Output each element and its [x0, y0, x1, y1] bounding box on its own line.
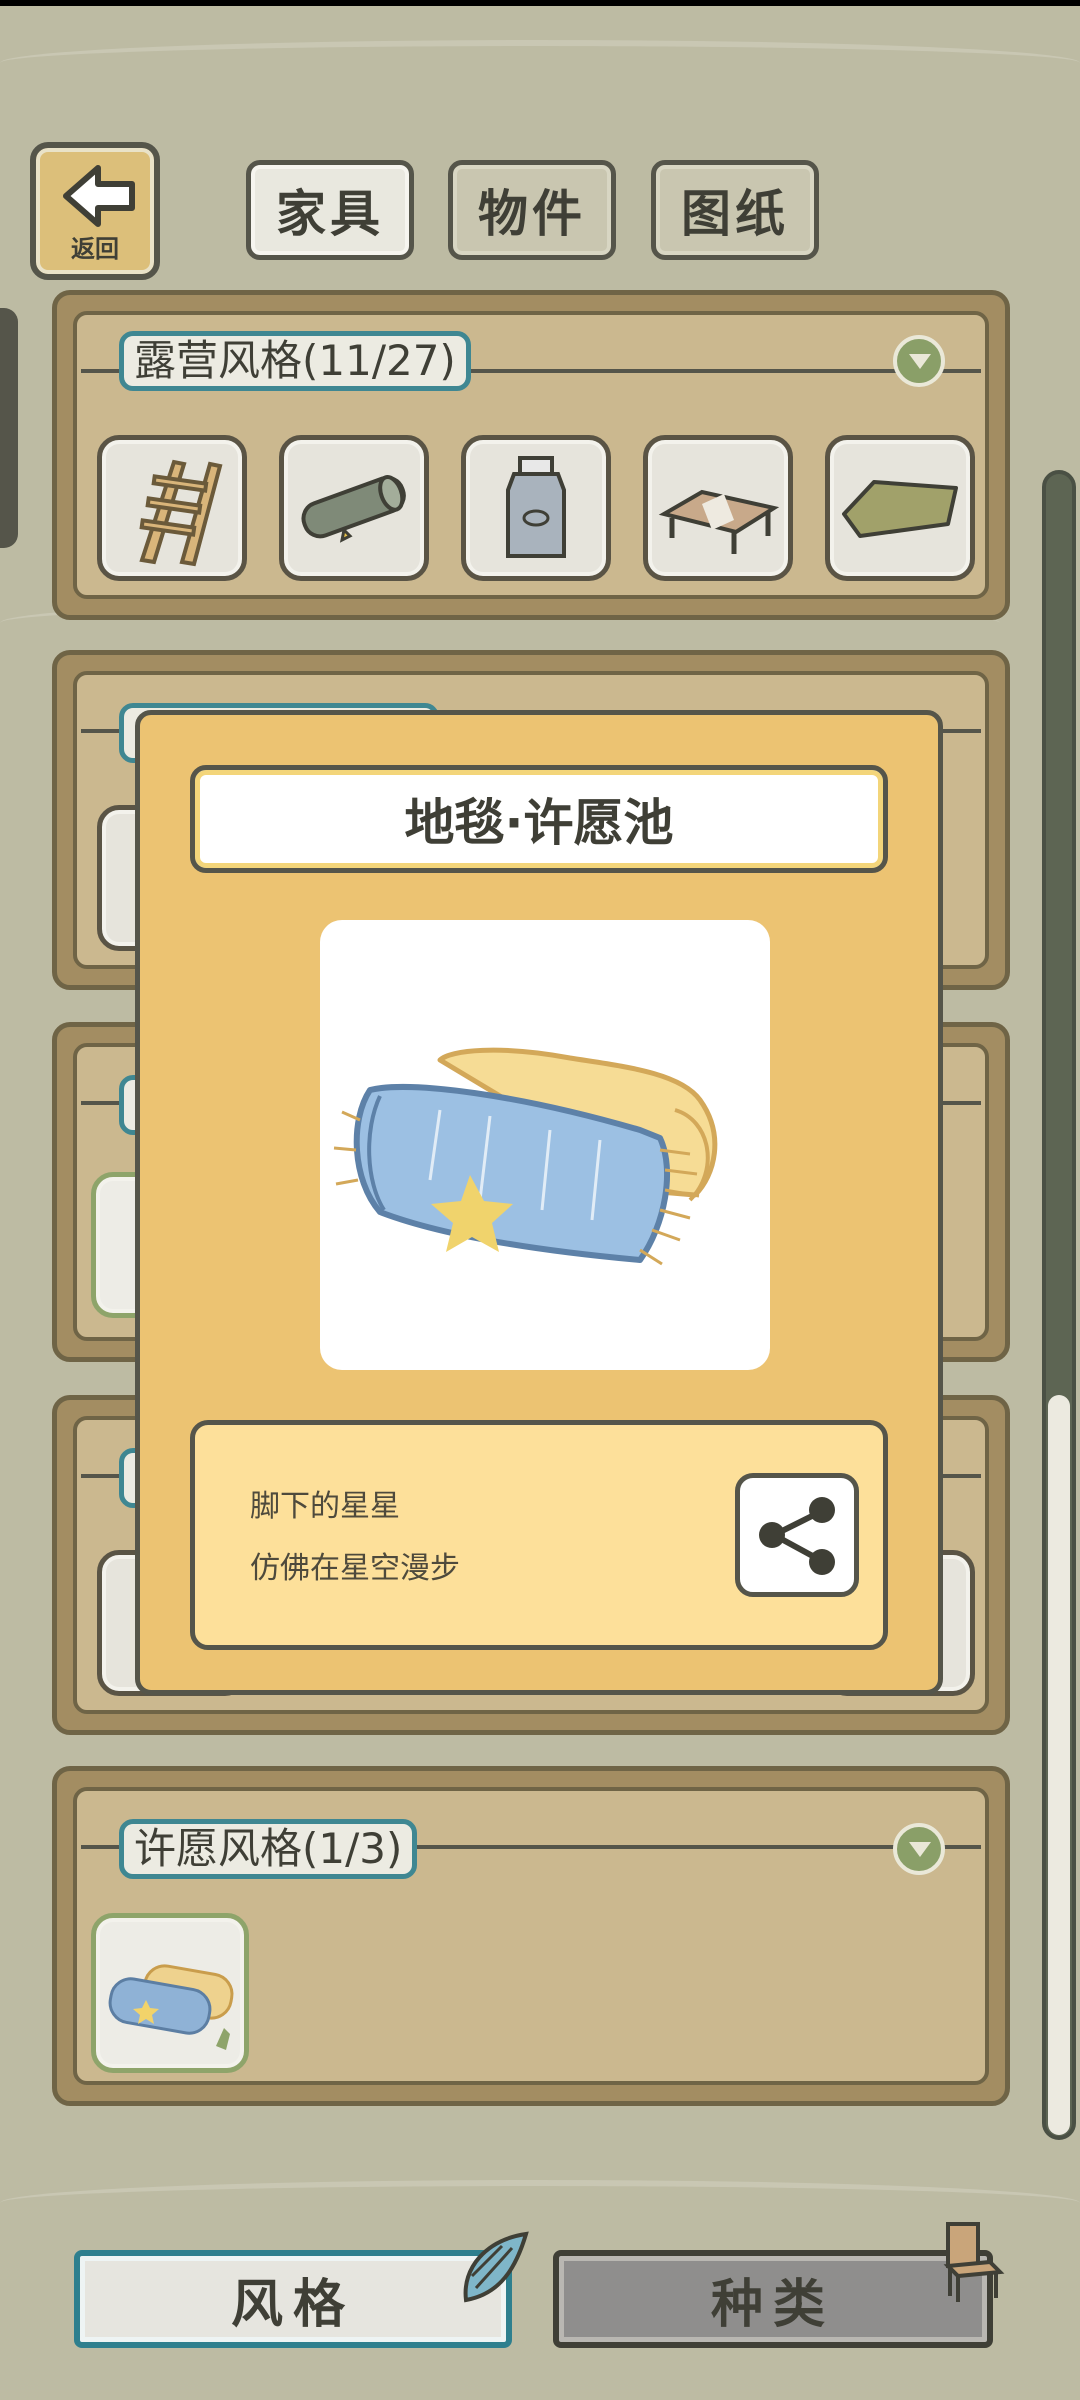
tab-objects[interactable]: 物件: [448, 160, 616, 260]
low-table-icon: [658, 489, 780, 554]
tab-style[interactable]: 风格: [74, 2250, 512, 2348]
scrollbar-thumb[interactable]: [1048, 1395, 1070, 2135]
canister-icon: [506, 456, 566, 558]
item-wish-rug[interactable]: [91, 1913, 249, 2073]
style-section-camping: 露营风格(11/27): [52, 290, 1010, 620]
ladder-icon: [139, 459, 223, 567]
side-drawer-handle[interactable]: [0, 308, 18, 548]
seashell-icon: [463, 2231, 529, 2303]
chevron-down-icon[interactable]: [893, 1823, 945, 1875]
section-title: 露营风格(11/27): [119, 331, 471, 391]
cushion-icon: [842, 480, 958, 538]
share-button[interactable]: [735, 1473, 859, 1597]
item-description: 脚下的星星 仿佛在星空漫步: [190, 1420, 888, 1650]
section-title: 许愿风格(1/3): [119, 1819, 418, 1879]
item-canister[interactable]: [461, 435, 611, 581]
description-line-2: 仿佛在星空漫步: [250, 1551, 460, 1586]
chevron-down-icon[interactable]: [893, 335, 945, 387]
back-label: 返回: [71, 235, 119, 263]
tab-category[interactable]: 种类: [553, 2250, 993, 2348]
rolled-mat-icon: [301, 475, 406, 543]
background-swirl: [0, 2180, 1080, 2226]
description-line-1: 脚下的星星: [250, 1489, 400, 1524]
item-ladder[interactable]: [97, 435, 247, 581]
chair-icon: [943, 2222, 1005, 2302]
back-arrow-icon: [63, 165, 135, 227]
tab-blueprints[interactable]: 图纸: [651, 160, 819, 260]
item-low-table[interactable]: [643, 435, 793, 581]
modal-title: 地毯·许愿池: [190, 765, 888, 873]
item-detail-modal[interactable]: 地毯·许愿池 脚下的星星 仿佛在星空漫步: [135, 710, 943, 1695]
item-preview: [320, 920, 770, 1370]
share-icon: [759, 1497, 835, 1575]
item-cushion[interactable]: [825, 435, 975, 581]
item-rolled-mat[interactable]: [279, 435, 429, 581]
background-swirl: [0, 40, 1080, 86]
back-button[interactable]: 返回: [30, 142, 160, 280]
style-section-wish: 许愿风格(1/3): [52, 1766, 1010, 2106]
rolled-rug-icon: [108, 1964, 234, 2050]
rolled-rug-illustration: [333, 1047, 718, 1266]
tab-furniture[interactable]: 家具: [246, 160, 414, 260]
status-bar: [0, 0, 1080, 6]
